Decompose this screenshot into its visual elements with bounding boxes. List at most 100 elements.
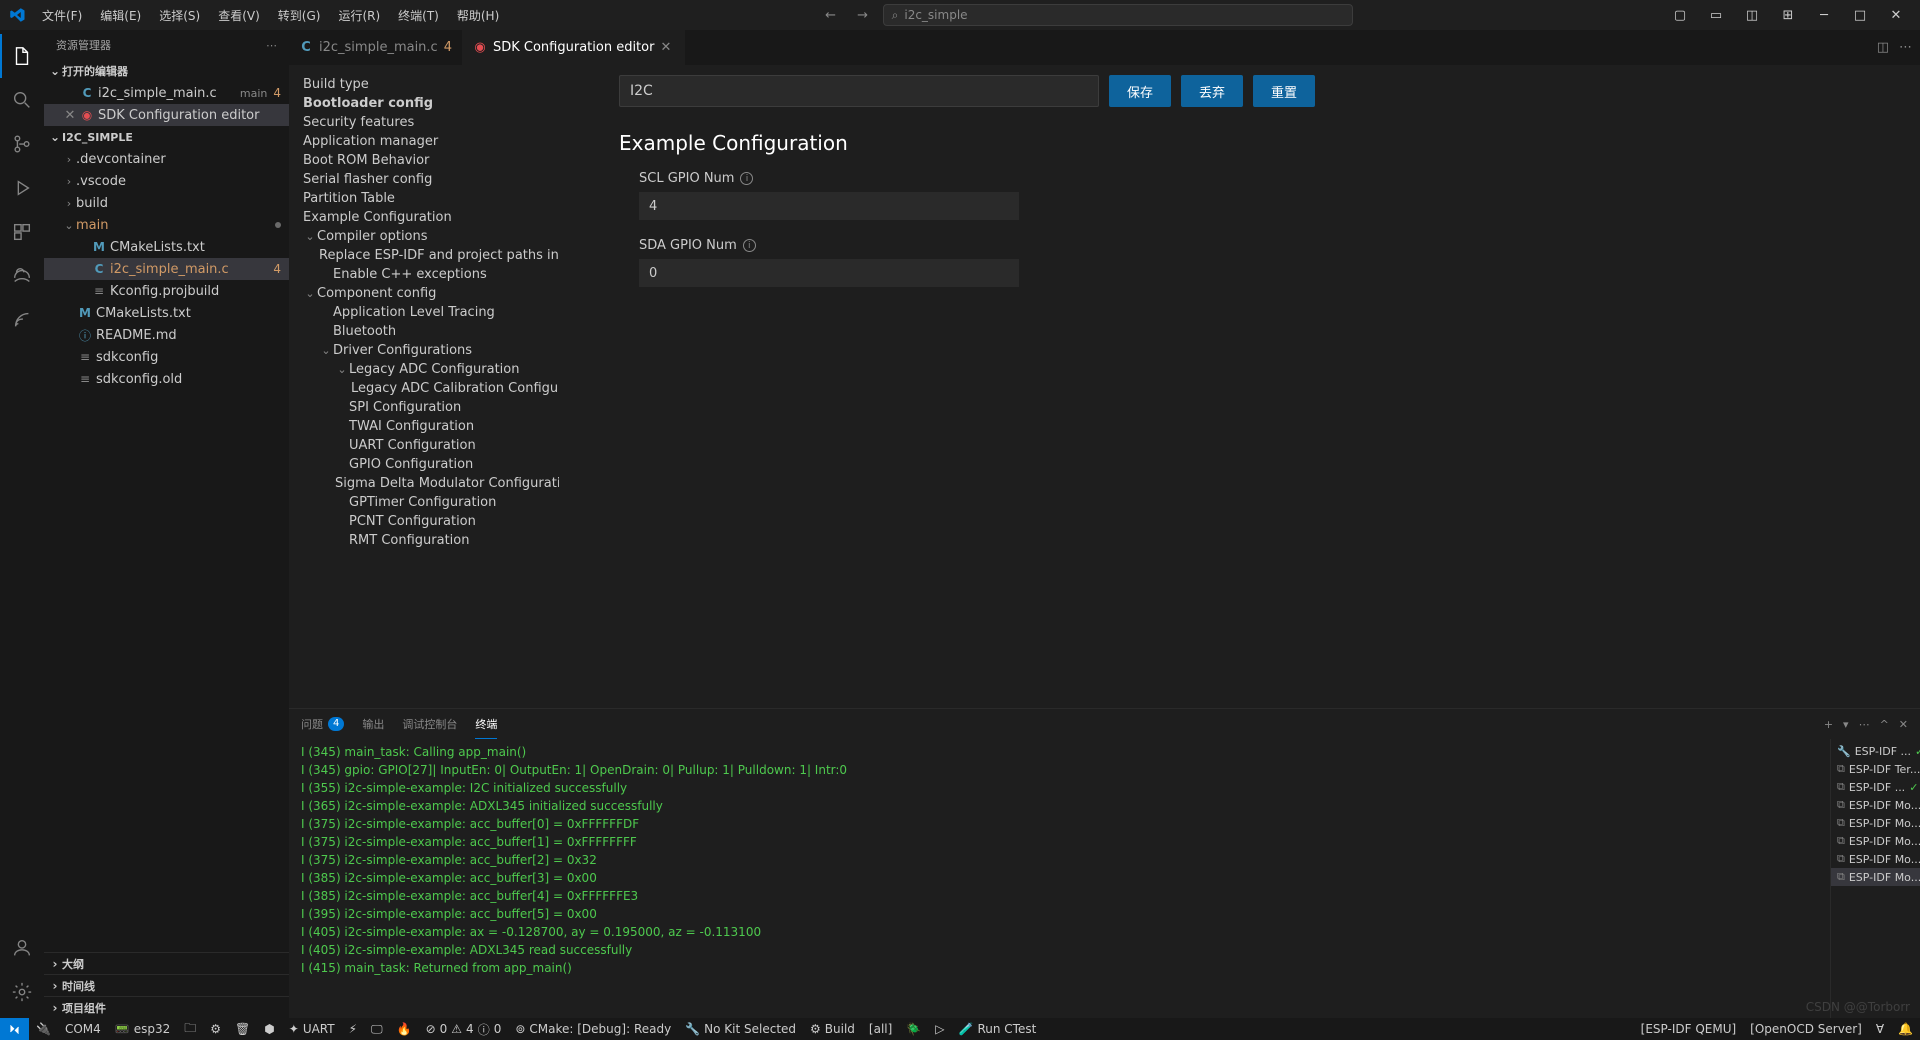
terminal-more-icon[interactable]: ⋯ [1859,718,1870,731]
sdk-nav-item[interactable]: Application manager [303,132,545,151]
sb-openocd[interactable]: [OpenOCD Server] [1743,1018,1869,1040]
tree-item[interactable]: MCMakeLists.txt [44,302,289,324]
open-editors-section-header[interactable]: ⌄打开的编辑器 [44,60,289,82]
sb-build-target[interactable]: [all] [862,1018,899,1040]
sdk-nav-item[interactable]: Partition Table [303,189,545,208]
layout-panel-bottom-icon[interactable]: ▭ [1700,0,1732,30]
window-maximize-icon[interactable]: □ [1844,0,1876,30]
search-activity-icon[interactable] [0,78,44,122]
info-icon[interactable]: i [743,239,756,252]
tree-item[interactable]: ≡sdkconfig.old [44,368,289,390]
sb-flash-icon[interactable]: ⚡ [342,1018,364,1040]
close-icon[interactable]: ✕ [660,40,674,55]
sdk-nav-item[interactable]: Bluetooth [303,322,545,341]
terminal-output[interactable]: I (345) main_task: Calling app_main()I (… [289,739,1830,1018]
panel-tab-debug-console[interactable]: 调试控制台 [402,710,457,738]
sdk-field-input[interactable] [639,192,1019,220]
terminal-list-item[interactable]: 🔧ESP-IDF ...✓ [1831,743,1920,760]
new-terminal-icon[interactable]: + [1824,718,1833,731]
sdk-nav-item[interactable]: Build type [303,75,545,94]
open-editor-item[interactable]: Ci2c_simple_main.cmain4 [44,82,289,104]
terminal-list-item[interactable]: ⧉ESP-IDF Mo... [1831,814,1920,832]
sdk-nav-item[interactable]: Security features [303,113,545,132]
sb-errors-warnings[interactable]: ⊘ 0 ⚠ 4 ⓘ 0 [419,1018,509,1040]
menu-item-6[interactable]: 终端(T) [390,3,447,28]
sdk-discard-button[interactable]: 丢弃 [1181,75,1243,107]
sb-folder-icon[interactable]: 🗀 [177,1018,203,1040]
window-minimize-icon[interactable]: ─ [1808,0,1840,30]
more-actions-icon[interactable]: ⋯ [266,39,277,52]
sb-cmake-status[interactable]: ⊚ CMake: [Debug]: Ready [508,1018,678,1040]
tree-item[interactable]: ≡Kconfig.projbuild [44,280,289,302]
sdk-nav-item[interactable]: Example Configuration [303,208,545,227]
terminal-list-item[interactable]: ⧉ESP-IDF Mo... [1831,832,1920,850]
tree-item[interactable]: ›build [44,192,289,214]
menu-item-2[interactable]: 选择(S) [151,3,208,28]
nav-forward-icon[interactable]: → [851,3,875,27]
tree-item[interactable]: ›.devcontainer [44,148,289,170]
sb-star-icon[interactable]: ✦ UART [282,1018,342,1040]
nav-back-icon[interactable]: ← [819,3,843,27]
sb-text-icon[interactable]: Ɐ [1869,1018,1891,1040]
editor-tab[interactable]: Ci2c_simple_main.c4 [289,30,463,65]
menu-item-3[interactable]: 查看(V) [210,3,268,28]
panel-tab-terminal[interactable]: 终端 [475,710,497,739]
panel-tab-output[interactable]: 输出 [362,710,384,738]
menu-item-0[interactable]: 文件(F) [34,3,90,28]
sdk-reset-button[interactable]: 重置 [1253,75,1315,107]
sb-bell-icon[interactable]: 🔔 [1891,1018,1920,1040]
sdk-field-input[interactable] [639,259,1019,287]
close-panel-icon[interactable]: ✕ [1899,718,1908,731]
sdk-nav-item[interactable]: PCNT Configuration [303,512,545,531]
sdk-nav-item[interactable]: Application Level Tracing [303,303,545,322]
terminal-list-item[interactable]: ⧉ESP-IDF Mo... [1831,796,1920,814]
accounts-activity-icon[interactable] [0,926,44,970]
sdk-nav-item[interactable]: ⌄Compiler options [303,227,545,246]
sb-debug-launch-icon[interactable]: 🪲 [899,1018,928,1040]
sdk-nav-item[interactable]: Enable C++ exceptions [303,265,545,284]
sb-launch-icon[interactable]: ▷ [928,1018,951,1040]
panel-tab-problems[interactable]: 问题 4 [301,710,344,738]
sdk-nav-item[interactable]: Serial flasher config [303,170,545,189]
sdk-nav-item[interactable]: Bootloader config [303,94,545,113]
layout-customize-icon[interactable]: ⊞ [1772,0,1804,30]
sdk-nav-item[interactable]: ⌄Component config [303,284,545,303]
sdk-search-input[interactable] [619,75,1099,107]
terminal-chevron-down-icon[interactable]: ▾ [1843,718,1849,731]
sdk-nav-item[interactable]: ⌄Legacy ADC Configuration [303,360,545,379]
menu-item-4[interactable]: 转到(G) [270,3,329,28]
sdk-nav-item[interactable]: UART Configuration [303,436,545,455]
explorer-activity-icon[interactable] [0,34,44,78]
menu-item-1[interactable]: 编辑(E) [92,3,149,28]
remote-explorer-activity-icon[interactable] [0,254,44,298]
sidebar-collapsed-section[interactable]: ›项目组件 [44,996,289,1018]
terminal-list-item[interactable]: ⧉ESP-IDF Mo... [1831,868,1920,886]
settings-activity-icon[interactable] [0,970,44,1014]
sdk-nav-item[interactable]: GPIO Configuration [303,455,545,474]
sb-qemu[interactable]: [ESP-IDF QEMU] [1634,1018,1744,1040]
window-close-icon[interactable]: ✕ [1880,0,1912,30]
tree-item[interactable]: ⌄main [44,214,289,236]
layout-panel-left-icon[interactable]: ▢ [1664,0,1696,30]
sb-trash-icon[interactable]: 🗑 [228,1018,257,1040]
sdk-nav-item[interactable]: GPTimer Configuration [303,493,545,512]
sb-kit-selector[interactable]: 🔧 No Kit Selected [678,1018,803,1040]
split-editor-icon[interactable]: ◫ [1877,40,1889,55]
sdk-nav-item[interactable]: TWAI Configuration [303,417,545,436]
sdk-nav-item[interactable]: Replace ESP-IDF and project paths in bin… [303,246,545,265]
espressif-activity-icon[interactable] [0,298,44,342]
tree-item[interactable]: ›.vscode [44,170,289,192]
tree-item[interactable]: ≡sdkconfig [44,346,289,368]
info-icon[interactable]: i [740,172,753,185]
sb-build-icon[interactable]: ⬢ [257,1018,281,1040]
terminal-list-item[interactable]: ⧉ESP-IDF ...✓ [1831,778,1920,796]
editor-tab[interactable]: ◉SDK Configuration editor✕ [463,30,685,65]
open-editor-item[interactable]: ✕◉SDK Configuration editor [44,104,289,126]
command-center-search[interactable]: ⌕ i2c_simple [883,4,1353,26]
terminal-list-item[interactable]: ⧉ESP-IDF Mo... [1831,850,1920,868]
layout-panel-right-icon[interactable]: ◫ [1736,0,1768,30]
tree-item[interactable]: ⓘREADME.md [44,324,289,346]
sdk-save-button[interactable]: 保存 [1109,75,1171,107]
extensions-activity-icon[interactable] [0,210,44,254]
sidebar-collapsed-section[interactable]: ›大纲 [44,952,289,974]
